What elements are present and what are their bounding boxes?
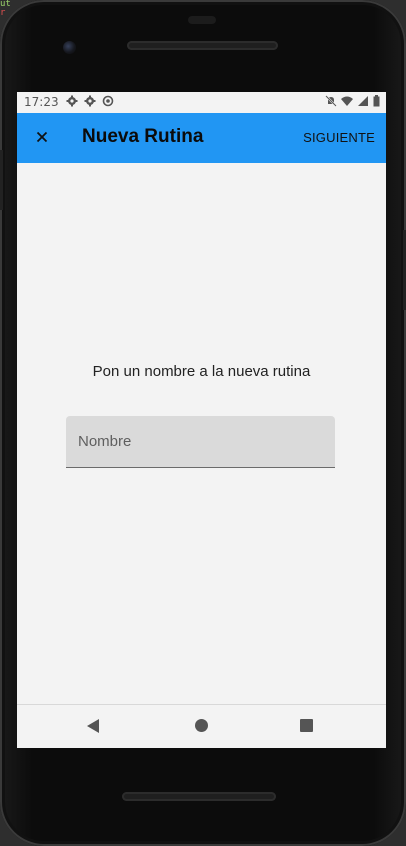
status-right-icons (325, 95, 380, 107)
signal-icon (358, 96, 368, 106)
page-title: Nueva Rutina (82, 126, 204, 147)
main-content: Pon un nombre a la nueva rutina (17, 163, 386, 704)
status-bar: 17:23 (17, 92, 386, 113)
status-time: 17:23 (24, 95, 59, 109)
bottom-speaker (122, 792, 276, 801)
phone-frame: ut r 17:23 Nueva Rutina SIGUIENTE Pon un… (0, 0, 406, 846)
front-camera (63, 41, 76, 54)
prompt-text: Pon un nombre a la nueva rutina (92, 363, 311, 380)
back-icon[interactable] (87, 719, 99, 733)
earpiece-speaker (127, 41, 278, 50)
app-bar: Nueva Rutina SIGUIENTE (17, 113, 386, 163)
recents-icon[interactable] (300, 719, 313, 732)
proximity-sensor (188, 16, 216, 24)
close-button[interactable] (31, 126, 53, 148)
status-left-icons (66, 95, 114, 107)
gear-icon (66, 95, 78, 107)
next-button[interactable]: SIGUIENTE (303, 130, 375, 145)
close-icon (36, 131, 48, 143)
name-input[interactable] (66, 416, 335, 467)
battery-icon (373, 95, 380, 107)
navigation-bar (17, 704, 386, 748)
side-button (0, 150, 3, 210)
editor-edge: ut r (0, 0, 10, 18)
sync-icon (102, 95, 114, 107)
gear-icon (84, 95, 96, 107)
wifi-icon (341, 96, 353, 106)
notifications-off-icon (325, 95, 337, 107)
home-icon[interactable] (195, 719, 208, 732)
device-screen: 17:23 Nueva Rutina SIGUIENTE Pon un nomb… (17, 92, 386, 748)
name-field[interactable] (66, 416, 335, 468)
